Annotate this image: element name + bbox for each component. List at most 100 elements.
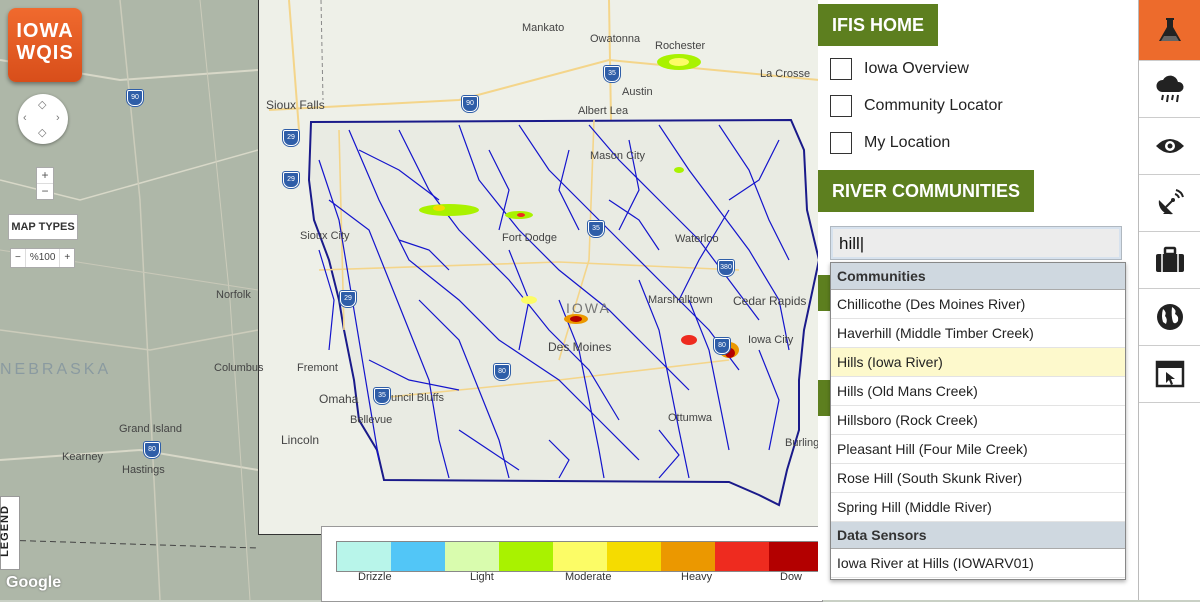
flask-button[interactable]: [1139, 0, 1200, 61]
city-label: Cedar Rapids: [733, 294, 807, 308]
city-label: Des Moines: [548, 340, 612, 354]
dropdown-item[interactable]: Hillsboro (Rock Creek): [831, 406, 1125, 435]
state-label-iowa: IOWA: [566, 300, 611, 316]
legend-toggle-button[interactable]: LEGEND: [0, 496, 20, 570]
window-cursor-icon: [1155, 360, 1185, 388]
precip-color-bar: [336, 541, 824, 572]
city-label: Mason City: [590, 150, 646, 162]
river-communities-header[interactable]: RIVER COMMUNITIES: [818, 170, 1035, 212]
window-button[interactable]: [1139, 346, 1200, 403]
ifis-home-header[interactable]: IFIS HOME: [818, 4, 939, 46]
precip-color-swatch: [607, 542, 661, 571]
highway-shield: 35: [374, 388, 390, 404]
rain-cloud-icon: [1156, 75, 1184, 103]
city-label: Iowa City: [748, 334, 794, 346]
pan-up-icon[interactable]: ◇: [38, 98, 46, 111]
city-label: Kearney: [62, 451, 103, 463]
option-label: Community Locator: [864, 97, 1003, 114]
city-label: Albert Lea: [578, 105, 629, 117]
globe-button[interactable]: [1139, 289, 1200, 346]
scale-label-heavy: Heavy: [681, 571, 713, 583]
option-my-location[interactable]: My Location: [830, 132, 950, 154]
globe-icon: [1157, 304, 1183, 330]
iowa-wqis-logo[interactable]: IOWA WQIS: [8, 8, 82, 82]
map-types-button[interactable]: MAP TYPES: [8, 214, 78, 240]
precip-color-swatch: [715, 542, 769, 571]
pan-down-icon[interactable]: ◇: [38, 126, 46, 139]
city-label: Lincoln: [281, 433, 320, 447]
zoom-in-button[interactable]: +: [37, 168, 53, 184]
city-label: Hastings: [122, 464, 165, 476]
dropdown-item[interactable]: Haverhill (Middle Timber Creek): [831, 319, 1125, 348]
google-logo: Google: [6, 574, 62, 591]
logo-line-1: IOWA: [16, 20, 74, 42]
option-iowa-overview[interactable]: Iowa Overview: [830, 58, 969, 80]
dropdown-item[interactable]: Hills (Old Mans Creek): [831, 377, 1125, 406]
opacity-control: − %100 +: [10, 248, 76, 268]
sensors-button[interactable]: [1139, 175, 1200, 232]
iowa-map-region: [258, 0, 818, 535]
dropdown-item-selected[interactable]: Hills (Iowa River): [831, 348, 1125, 377]
city-label: Bellevue: [350, 414, 393, 426]
city-label: Norfolk: [216, 289, 251, 301]
pan-control[interactable]: ◇ ‹ › ◇: [18, 94, 68, 144]
highway-shield: 80: [494, 364, 510, 380]
scale-label-moderate: Moderate: [565, 571, 612, 583]
community-search-input[interactable]: hill|: [830, 226, 1122, 260]
dropdown-group-sensors: Data Sensors: [831, 522, 1125, 549]
precip-color-swatch: [769, 542, 823, 571]
dropdown-sensor-item[interactable]: Iowa River at Hills (IOWARV01): [831, 549, 1125, 578]
opacity-decrease-button[interactable]: −: [11, 249, 26, 267]
weather-button[interactable]: [1139, 61, 1200, 118]
iowa-rivers-svg: [268, 0, 818, 507]
view-button[interactable]: [1139, 118, 1200, 175]
scale-label-downpour: Dow: [780, 571, 803, 583]
highway-shield: 35: [604, 66, 620, 82]
tools-button[interactable]: [1139, 232, 1200, 289]
option-label: My Location: [864, 134, 951, 151]
dropdown-item[interactable]: Spring Hill (Middle River): [831, 493, 1125, 522]
city-label: Waterloo: [675, 233, 719, 245]
city-label: Ottumwa: [668, 412, 713, 424]
satellite-dish-icon: [1158, 189, 1184, 215]
opacity-increase-button[interactable]: +: [60, 249, 74, 267]
city-label: Austin: [622, 86, 653, 98]
dropdown-item[interactable]: Pleasant Hill (Four Mile Creek): [831, 435, 1125, 464]
zoom-out-button[interactable]: −: [37, 184, 53, 199]
city-label: Columbus: [214, 362, 264, 374]
precip-color-swatch: [661, 542, 715, 571]
text-cursor: |: [859, 234, 865, 253]
option-label: Iowa Overview: [864, 60, 969, 77]
pan-right-icon[interactable]: ›: [56, 112, 60, 124]
city-label: Rochester: [655, 40, 706, 52]
city-label: Owatonna: [590, 33, 641, 45]
checkbox[interactable]: [830, 58, 852, 80]
city-label: Sioux Falls: [266, 98, 325, 112]
checkbox[interactable]: [830, 132, 852, 154]
side-panel: IFIS HOME Iowa Overview Community Locato…: [818, 0, 1138, 600]
checkbox[interactable]: [830, 95, 852, 117]
city-label: Sioux City: [300, 230, 350, 242]
dropdown-item[interactable]: Rose Hill (South Skunk River): [831, 464, 1125, 493]
city-label: Marshalltown: [648, 294, 713, 306]
dropdown-group-communities: Communities: [831, 263, 1125, 290]
logo-line-2: WQIS: [16, 42, 74, 64]
opacity-value: %100: [26, 249, 61, 267]
highway-shield: 35: [588, 221, 604, 237]
highway-shield: 90: [127, 90, 143, 106]
state-label-nebraska: NEBRASKA: [0, 361, 112, 378]
pan-left-icon[interactable]: ‹: [23, 112, 27, 124]
city-label: Burling: [785, 437, 818, 449]
city-label: Fort Dodge: [502, 232, 558, 244]
option-community-locator[interactable]: Community Locator: [830, 95, 1003, 117]
legend-label: LEGEND: [0, 505, 11, 557]
highway-shield: 29: [283, 172, 299, 188]
eye-icon: [1156, 139, 1184, 153]
highway-shield: 29: [340, 291, 356, 307]
dropdown-item[interactable]: Chillicothe (Des Moines River): [831, 290, 1125, 319]
scale-label-drizzle: Drizzle: [358, 571, 392, 583]
highway-shield: 380: [718, 260, 734, 276]
map-canvas[interactable]: Sioux Falls Mankato Owatonna Rochester L…: [0, 0, 818, 600]
city-label: Omaha: [319, 392, 359, 406]
precip-color-swatch: [553, 542, 607, 571]
